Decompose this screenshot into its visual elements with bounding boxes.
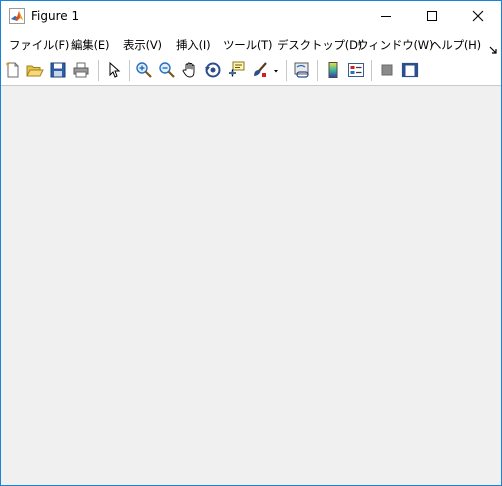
pan-hand-icon[interactable] <box>181 61 199 79</box>
toolbar-separator <box>286 60 287 81</box>
menu-tools[interactable]: ツール(T) <box>223 37 273 53</box>
menu-insert[interactable]: 挿入(I) <box>176 37 211 53</box>
title-bar[interactable]: Figure 1 <box>1 1 501 32</box>
menu-window[interactable]: ウィンドウ(W) <box>357 37 433 53</box>
close-button[interactable] <box>455 1 501 32</box>
toolbar-separator <box>317 60 318 81</box>
figure-canvas[interactable] <box>1 86 501 485</box>
matlab-icon <box>9 8 25 24</box>
edit-plot-arrow-icon[interactable] <box>105 61 123 79</box>
figure-window: Figure 1 ファイル(F) 編集(E) 表示(V) 挿入(I) ツール(T… <box>0 0 502 486</box>
toolbar-separator <box>98 60 99 81</box>
close-icon <box>472 7 484 26</box>
insert-legend-icon[interactable] <box>347 61 365 79</box>
toolbar-separator <box>129 60 130 81</box>
menu-edit[interactable]: 編集(E) <box>71 37 109 53</box>
window-title: Figure 1 <box>31 9 80 23</box>
zoom-in-icon[interactable] <box>135 61 153 79</box>
maximize-button[interactable] <box>409 1 455 32</box>
link-plot-icon[interactable] <box>293 61 311 79</box>
minimize-icon <box>380 7 392 26</box>
maximize-icon <box>426 7 438 26</box>
new-figure-icon[interactable] <box>4 61 22 79</box>
menu-bar: ファイル(F) 編集(E) 表示(V) 挿入(I) ツール(T) デスクトップ(… <box>1 32 501 56</box>
insert-colorbar-icon[interactable] <box>324 61 342 79</box>
open-file-icon[interactable] <box>26 61 44 79</box>
show-plot-tools-icon[interactable] <box>401 61 419 79</box>
rotate-3d-icon[interactable] <box>204 61 222 79</box>
brush-icon[interactable] <box>251 61 269 79</box>
minimize-button[interactable] <box>363 1 409 32</box>
toolbar-separator <box>371 60 372 81</box>
menu-file[interactable]: ファイル(F) <box>9 37 69 53</box>
figure-toolbar <box>1 56 501 86</box>
zoom-out-icon[interactable] <box>158 61 176 79</box>
menu-desktop[interactable]: デスクトップ(D) <box>277 37 362 53</box>
hide-plot-tools-icon[interactable] <box>378 61 396 79</box>
menu-overflow-arrow-icon[interactable] <box>488 40 498 54</box>
menu-view[interactable]: 表示(V) <box>123 37 162 53</box>
print-icon[interactable] <box>72 61 90 79</box>
data-cursor-icon[interactable] <box>227 61 245 79</box>
brush-dropdown-icon[interactable] <box>271 61 281 79</box>
save-icon[interactable] <box>49 61 67 79</box>
menu-help[interactable]: ヘルプ(H) <box>430 37 481 53</box>
